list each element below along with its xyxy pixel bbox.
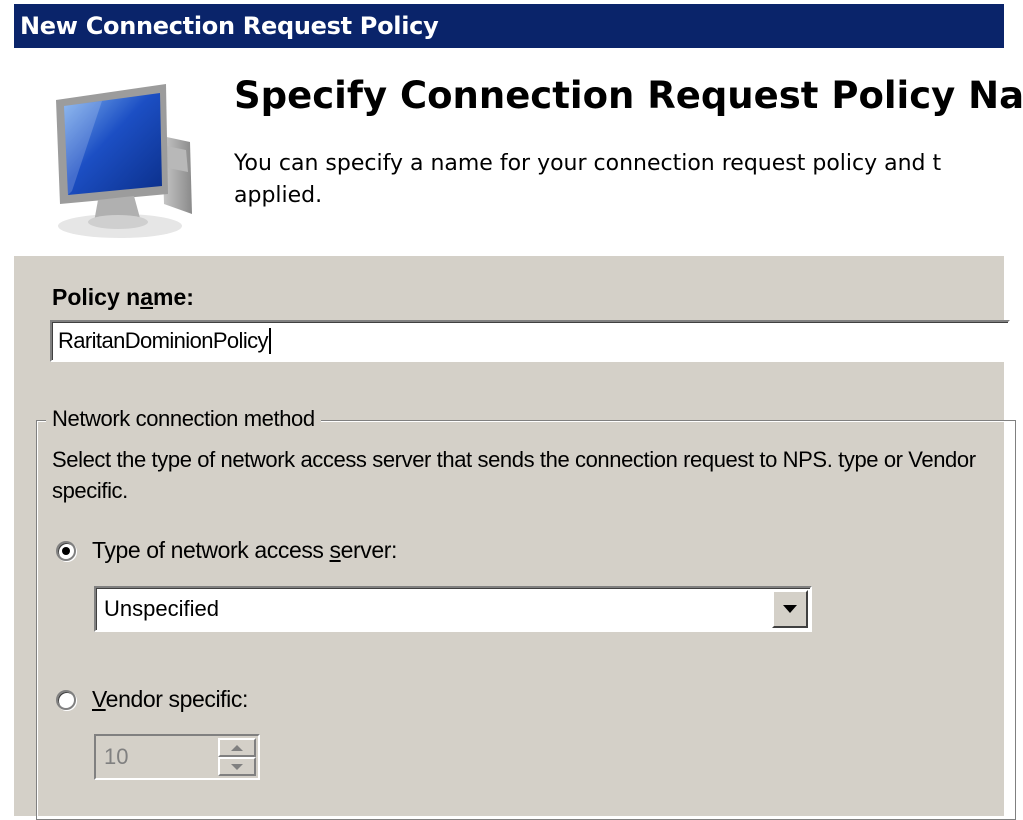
radio-unselected-icon[interactable] <box>56 689 76 710</box>
title-bar: New Connection Request Policy <box>14 4 1004 48</box>
radio-selected-icon[interactable] <box>56 540 76 561</box>
window-title: New Connection Request Policy <box>20 12 439 40</box>
spin-up-button[interactable] <box>218 738 256 757</box>
dropdown-arrow-button[interactable] <box>772 590 808 628</box>
type-of-nas-label: Type of network access server: <box>92 537 398 563</box>
policy-name-value: RaritanDominionPolicy <box>58 328 269 353</box>
page-description: You can specify a name for your connecti… <box>234 151 942 208</box>
vendor-id-spinner[interactable]: 10 <box>94 734 260 780</box>
policy-name-label: Policy name: <box>52 284 194 310</box>
nas-type-value: Unspecified <box>104 596 219 621</box>
vendor-id-value: 10 <box>104 744 129 769</box>
arrow-up-icon <box>231 744 243 751</box>
monitor-icon <box>56 84 192 238</box>
window-left-edge <box>0 50 14 816</box>
chevron-down-icon <box>783 605 797 613</box>
spin-down-button[interactable] <box>218 757 256 776</box>
policy-name-input[interactable]: RaritanDominionPolicy <box>50 320 1010 362</box>
group-legend: Network connection method <box>46 406 321 432</box>
vendor-specific-label: Vendor specific: <box>92 686 248 712</box>
type-of-nas-radio[interactable]: Type of network access server: <box>56 537 397 564</box>
text-caret <box>268 328 271 354</box>
vendor-specific-radio[interactable]: Vendor specific: <box>56 686 248 713</box>
wizard-content: Policy name: RaritanDominionPolicy Netwo… <box>14 256 1016 820</box>
nas-type-dropdown[interactable]: Unspecified <box>94 586 812 632</box>
page-heading: Specify Connection Request Policy Nam <box>234 74 1023 117</box>
arrow-down-icon <box>231 763 243 770</box>
wizard-header: Specify Connection Request Policy Nam Yo… <box>14 48 1023 256</box>
group-description: Select the type of network access server… <box>52 447 976 503</box>
